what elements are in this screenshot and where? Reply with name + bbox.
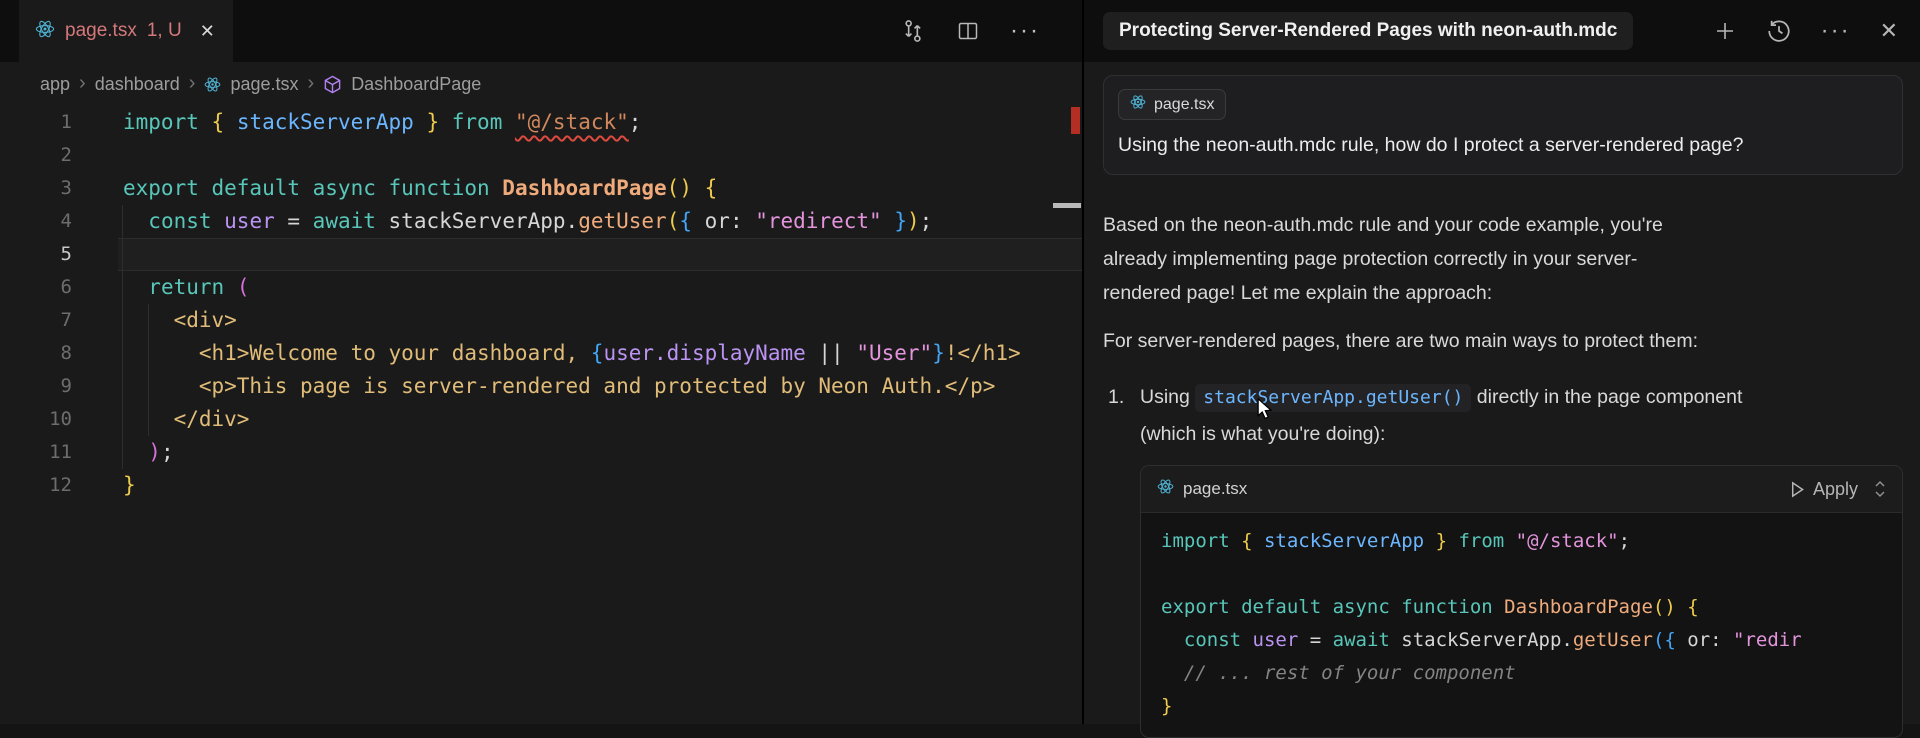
new-chat-plus-icon[interactable]: [1713, 19, 1737, 43]
apply-label: Apply: [1813, 479, 1858, 500]
chat-header: Protecting Server-Rendered Pages with ne…: [1084, 0, 1920, 62]
chat-panel: Protecting Server-Rendered Pages with ne…: [1084, 0, 1920, 724]
breadcrumb-app[interactable]: app: [40, 74, 70, 95]
tab-close-icon[interactable]: ✕: [200, 21, 215, 42]
list-text: directly in the page component: [1477, 386, 1743, 408]
user-message-card: page.tsx Using the neon-auth.mdc rule, h…: [1103, 75, 1903, 175]
apply-button[interactable]: Apply: [1790, 479, 1858, 500]
chat-code-block: page.tsx Apply import { stackS: [1140, 465, 1903, 738]
react-icon: [1130, 94, 1146, 115]
history-icon[interactable]: [1766, 18, 1792, 44]
tab-label: page.tsx: [65, 20, 137, 42]
breadcrumb-file[interactable]: page.tsx: [230, 74, 298, 95]
open-changes-icon[interactable]: [900, 18, 926, 44]
play-icon: [1790, 481, 1805, 498]
indent-guide: [122, 205, 123, 469]
list-text: Using: [1140, 386, 1190, 408]
chat-body: page.tsx Using the neon-auth.mdc rule, h…: [1084, 62, 1920, 724]
code-block-header: page.tsx Apply: [1141, 466, 1902, 513]
chevron-right-icon: ›: [79, 72, 86, 95]
react-icon: [35, 19, 55, 44]
chat-close-icon[interactable]: ✕: [1880, 18, 1898, 44]
inline-code: stackServerApp.getUser(): [1195, 384, 1471, 412]
code-block-filename: page.tsx: [1183, 479, 1247, 499]
list-item-line-1: Using stackServerApp.getUser() directly …: [1140, 379, 1903, 416]
code-block-body: import { stackServerApp } from "@/stack"…: [1141, 513, 1902, 737]
react-icon: [1157, 478, 1174, 501]
tab-modified-badge: 1, U: [147, 20, 182, 42]
answer-paragraph-line: already implementing page protection cor…: [1103, 242, 1903, 276]
expand-collapse-icon[interactable]: [1872, 479, 1888, 499]
context-chip-label: page.tsx: [1154, 96, 1214, 114]
assistant-message: Based on the neon-auth.mdc rule and your…: [1103, 208, 1903, 738]
chat-more-icon[interactable]: ···: [1821, 21, 1851, 41]
chevron-right-icon: ›: [189, 72, 196, 95]
code-editor[interactable]: 1import { stackServerApp } from "@/stack…: [0, 106, 1082, 724]
tab-page-tsx[interactable]: page.tsx 1, U ✕: [19, 0, 233, 62]
user-question: Using the neon-auth.mdc rule, how do I p…: [1118, 134, 1886, 157]
breadcrumb: app › dashboard › page.tsx › DashboardPa…: [0, 62, 1082, 106]
overview-ruler-cursor-mark: [1053, 203, 1081, 208]
code-lines: 1import { stackServerApp } from "@/stack…: [0, 106, 1082, 502]
split-editor-icon[interactable]: [956, 19, 980, 43]
list-item-line-2: (which is what you're doing):: [1140, 416, 1903, 452]
list-number: 1.: [1108, 379, 1140, 452]
symbol-cube-icon: [323, 75, 342, 94]
overview-ruler-error-mark: [1071, 107, 1080, 134]
editor-group: page.tsx 1, U ✕ ··· app: [0, 0, 1082, 724]
answer-paragraph-2: For server-rendered pages, there are two…: [1103, 324, 1903, 358]
tab-bar: page.tsx 1, U ✕ ···: [0, 0, 1082, 62]
answer-list-item-1: 1. Using stackServerApp.getUser() direct…: [1103, 379, 1903, 452]
current-line-highlight: [118, 238, 1082, 271]
react-icon: [204, 76, 221, 93]
context-chip-page-tsx[interactable]: page.tsx: [1118, 89, 1226, 120]
chevron-right-icon: ›: [308, 72, 315, 95]
indent-guide: [148, 304, 149, 436]
chat-title: Protecting Server-Rendered Pages with ne…: [1103, 12, 1633, 50]
answer-paragraph-line: rendered page! Let me explain the approa…: [1103, 276, 1903, 310]
editor-actions: ···: [900, 0, 1040, 62]
breadcrumb-symbol[interactable]: DashboardPage: [351, 74, 481, 95]
chat-header-icons: ··· ✕: [1713, 18, 1898, 44]
breadcrumb-dashboard[interactable]: dashboard: [95, 74, 180, 95]
more-actions-icon[interactable]: ···: [1010, 21, 1040, 41]
answer-paragraph-line: Based on the neon-auth.mdc rule and your…: [1103, 208, 1903, 242]
